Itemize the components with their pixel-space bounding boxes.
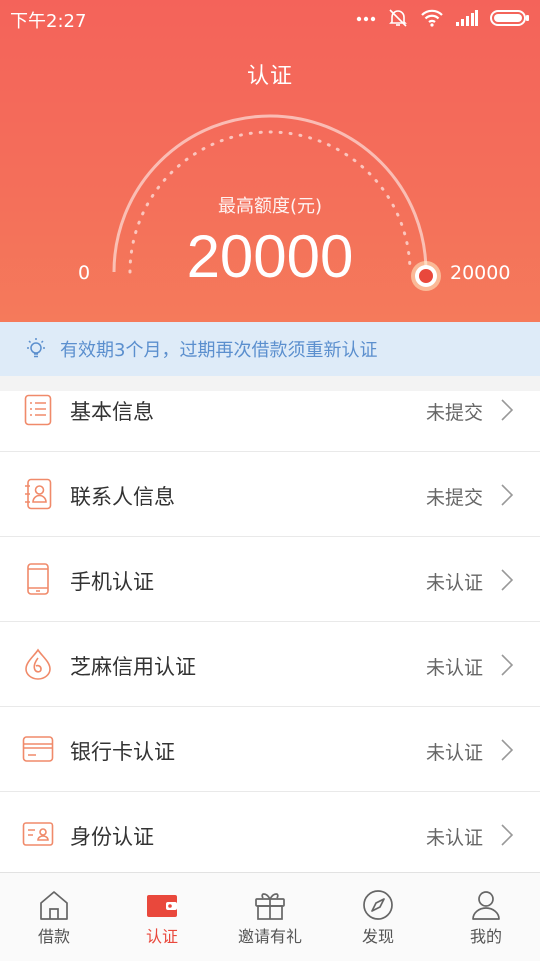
verification-list: 基本信息 未提交 联系人信息 未提交 手机认证 未认证 芝麻信用认证 未认证 银… [0,391,540,877]
chevron-right-icon [501,484,514,506]
item-label: 基本信息 [70,400,154,424]
tab-discover[interactable]: 发现 [324,873,432,961]
item-status: 未认证 [425,742,483,764]
gift-icon [255,893,285,920]
tab-invite[interactable]: 邀请有礼 [216,873,324,961]
item-label: 芝麻信用认证 [70,655,196,679]
chevron-right-icon [501,739,514,761]
chevron-right-icon [501,569,514,591]
item-label: 银行卡认证 [70,740,175,764]
contact-card-icon [25,478,52,510]
item-status: 未认证 [425,827,483,849]
list-item-bank-card[interactable]: 银行卡认证 未认证 [0,707,540,792]
wallet-icon [147,895,177,917]
item-label: 联系人信息 [70,485,175,509]
item-status: 未认证 [425,657,483,679]
list-item-sesame-credit[interactable]: 芝麻信用认证 未认证 [0,622,540,707]
bank-card-icon [22,736,54,762]
tab-verify[interactable]: 认证 [108,873,216,961]
id-card-icon [22,822,54,846]
tab-mine[interactable]: 我的 [432,873,540,961]
bottom-tab-bar: 借款 认证 邀请有礼 发现 我的 [0,872,540,961]
list-item-basic-info[interactable]: 基本信息 未提交 [0,391,540,452]
item-label: 手机认证 [70,570,154,594]
tab-label: 邀请有礼 [237,927,302,946]
tab-label: 认证 [145,927,178,946]
list-item-phone-verification[interactable]: 手机认证 未认证 [0,537,540,622]
item-status: 未提交 [425,487,483,509]
notice-text: 有效期3个月，过期再次借款须重新认证 [60,340,378,361]
sesame-credit-icon [25,648,51,680]
chevron-right-icon [501,399,514,421]
lightbulb-icon [27,338,45,358]
tab-loan[interactable]: 借款 [0,873,108,961]
validity-notice: 有效期3个月，过期再次借款须重新认证 [0,322,540,376]
gauge-max-label: 20000 [450,262,511,284]
list-item-contacts[interactable]: 联系人信息 未提交 [0,452,540,537]
quota-label: 最高额度(元) [217,196,323,217]
chevron-right-icon [501,824,514,846]
gauge-min-label: 0 [78,262,91,284]
header: 下午2:27 认证 最高额度(元) 20000 0 20000 [0,0,540,322]
tab-label: 借款 [37,927,70,946]
tab-label: 我的 [469,927,502,946]
person-icon [472,891,500,920]
form-list-icon [24,394,52,426]
home-icon [40,891,68,920]
list-item-identity[interactable]: 身份认证 未认证 [0,792,540,877]
tab-label: 发现 [361,927,394,946]
chevron-right-icon [501,654,514,676]
item-status: 未认证 [425,572,483,594]
compass-icon [363,890,393,920]
item-status: 未提交 [425,402,483,424]
phone-icon [27,563,49,595]
item-label: 身份认证 [70,825,154,849]
